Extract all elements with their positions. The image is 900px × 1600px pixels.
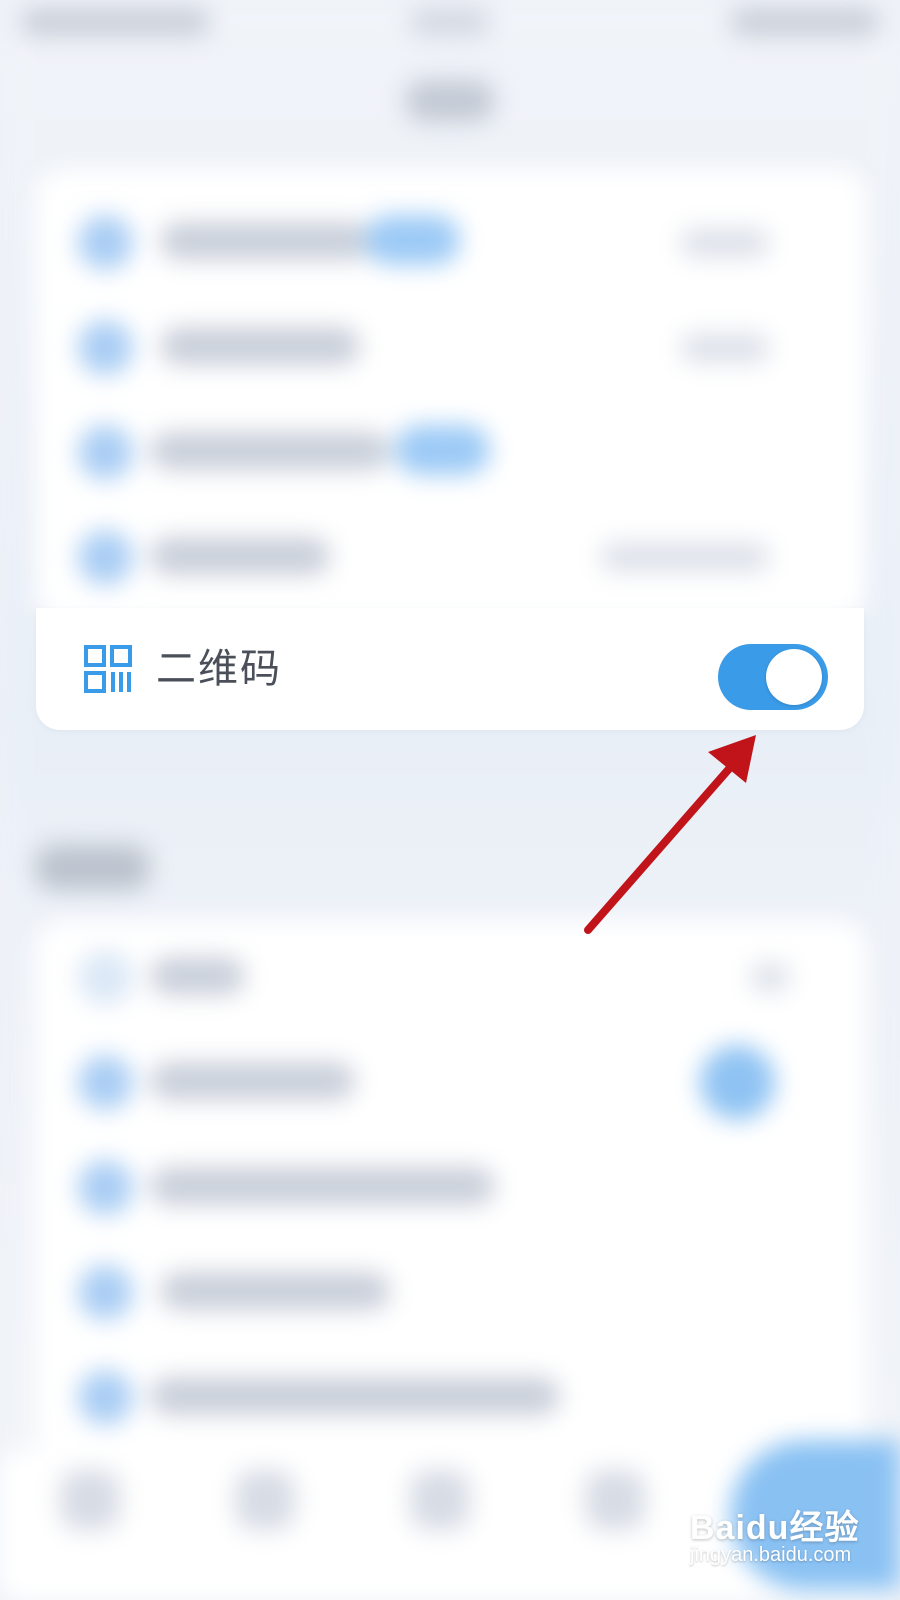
row-value bbox=[600, 542, 770, 572]
nav-item bbox=[410, 1470, 470, 1530]
status-bar-icons bbox=[730, 8, 880, 36]
nav-item bbox=[60, 1470, 120, 1530]
row-text bbox=[160, 327, 360, 365]
nav-item bbox=[585, 1470, 645, 1530]
row-badge bbox=[365, 215, 460, 265]
row-icon bbox=[78, 1265, 133, 1320]
row-text bbox=[150, 1167, 495, 1205]
row-icon bbox=[78, 1160, 133, 1215]
row-icon bbox=[78, 1370, 133, 1425]
row-value bbox=[680, 333, 770, 363]
qr-code-icon bbox=[84, 645, 132, 693]
watermark-logo-text: Baidu经验 bbox=[690, 1509, 860, 1547]
qr-code-label: 二维码 bbox=[156, 646, 282, 692]
row-text bbox=[160, 1272, 390, 1310]
row-text bbox=[160, 222, 370, 260]
page-title-blurred bbox=[405, 80, 495, 122]
row-value bbox=[750, 962, 790, 992]
qr-code-setting-row[interactable]: 二维码 bbox=[36, 608, 864, 730]
baidu-watermark: Baidu经验 jingyan.baidu.com bbox=[690, 1500, 890, 1580]
row-text bbox=[150, 1062, 355, 1100]
qr-code-toggle[interactable] bbox=[718, 644, 828, 710]
row-text bbox=[150, 1377, 560, 1415]
section-header-blurred bbox=[35, 845, 150, 890]
row-text bbox=[150, 537, 330, 575]
row-value bbox=[680, 228, 770, 258]
watermark-url: jingyan.baidu.com bbox=[690, 1544, 852, 1566]
row-icon bbox=[78, 320, 133, 375]
row-badge bbox=[395, 425, 490, 475]
row-icon bbox=[78, 950, 133, 1005]
status-bar-center bbox=[410, 8, 490, 36]
row-icon bbox=[78, 215, 133, 270]
row-toggle bbox=[700, 1045, 775, 1120]
blurred-content bbox=[0, 0, 900, 1600]
status-bar-time bbox=[20, 8, 210, 36]
toggle-knob[interactable] bbox=[766, 649, 822, 705]
row-icon bbox=[78, 425, 133, 480]
nav-item bbox=[235, 1470, 295, 1530]
row-icon bbox=[78, 1055, 133, 1110]
row-text bbox=[150, 957, 245, 995]
row-text bbox=[150, 432, 390, 470]
row-icon bbox=[78, 530, 133, 585]
